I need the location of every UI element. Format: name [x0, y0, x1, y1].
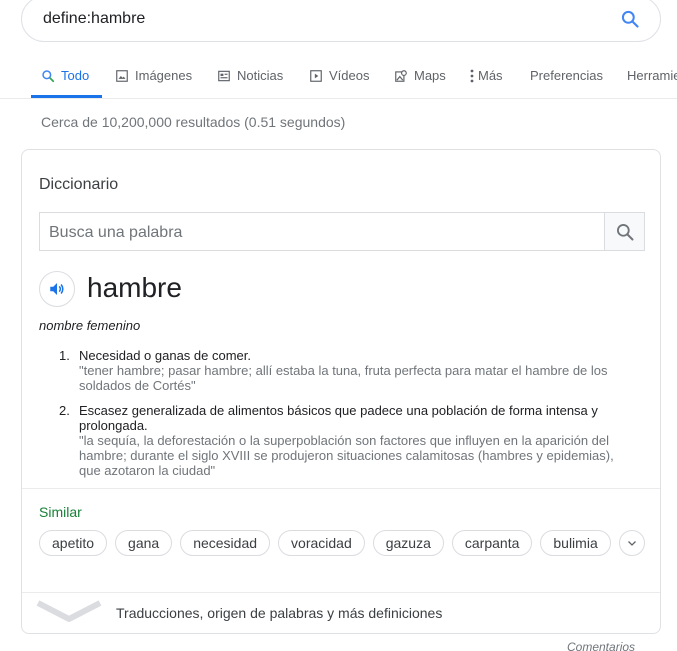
chevron-down-icon [627, 541, 636, 546]
tab-label: Más [478, 68, 503, 83]
dictionary-search-input[interactable]: Busca una palabra [49, 224, 182, 242]
search-tabs: Todo Imágenes Noticias Vídeos Maps Más P… [0, 58, 677, 99]
tab-more[interactable]: Más [470, 68, 503, 83]
tab-videos[interactable]: Vídeos [309, 68, 369, 83]
tab-label: Todo [61, 68, 90, 83]
tab-label: Vídeos [329, 68, 370, 83]
similar-chip[interactable]: apetito [39, 530, 108, 556]
news-icon [218, 70, 230, 81]
tab-label: Noticias [237, 68, 284, 83]
feedback-link[interactable]: Comentarios [567, 640, 635, 651]
tab-tools[interactable]: Herramientas [627, 68, 677, 83]
tab-maps[interactable]: Maps [394, 68, 446, 83]
search-box[interactable]: define:hambre [21, 0, 661, 42]
speaker-icon [50, 283, 64, 295]
dictionary-card: Diccionario Busca una palabra hambre nom… [21, 149, 661, 634]
chevron-down-icon[interactable] [36, 599, 102, 623]
active-tab-indicator [31, 95, 102, 98]
divider [22, 488, 660, 489]
definition-example: "tener hambre; pasar hambre; allí estaba… [79, 363, 608, 393]
headword: hambre [87, 272, 182, 303]
results-stats: Cerca de 10,200,000 resultados (0.51 seg… [41, 114, 346, 130]
definitions-list: 1. Necesidad o ganas de comer. "tener ha… [39, 348, 629, 488]
pronunciation-button[interactable] [39, 271, 75, 307]
definition-item: 1. Necesidad o ganas de comer. "tener ha… [39, 348, 629, 393]
expand-similar-button[interactable] [618, 530, 645, 556]
more-vert-icon [470, 69, 474, 82]
definition-example: "la sequía, la deforestación o la superp… [79, 433, 614, 478]
similar-chip[interactable]: gana [115, 530, 173, 556]
divider [22, 592, 660, 593]
tab-label: Maps [414, 68, 446, 83]
map-icon [395, 69, 407, 82]
search-icon[interactable] [620, 9, 640, 29]
tab-images[interactable]: Imágenes [115, 68, 192, 83]
similar-chip[interactable]: bulimia [540, 530, 611, 556]
similar-chip[interactable]: necesidad [180, 530, 271, 556]
image-icon [116, 69, 128, 82]
similar-chip[interactable]: gazuza [372, 530, 444, 556]
tab-label: Imágenes [135, 68, 193, 83]
definition-number: 2. [59, 403, 70, 418]
card-title: Diccionario [39, 176, 119, 193]
similar-chips: apetito gana necesidad voracidad gazuza … [39, 530, 645, 556]
search-input[interactable]: define:hambre [43, 10, 145, 28]
tab-news[interactable]: Noticias [217, 68, 283, 83]
definition-text: Necesidad o ganas de comer. [79, 348, 251, 363]
definition-text: Escasez generalizada de alimentos básico… [79, 403, 598, 433]
tab-label: Herramientas [627, 68, 677, 83]
dictionary-search-button[interactable] [604, 213, 644, 250]
similar-label: Similar [39, 504, 82, 520]
part-of-speech: nombre femenino [39, 318, 141, 333]
dictionary-search[interactable]: Busca una palabra [39, 212, 645, 251]
video-icon [310, 69, 322, 82]
tab-preferences[interactable]: Preferencias [530, 68, 603, 83]
definition-item: 2. Escasez generalizada de alimentos bás… [39, 403, 629, 478]
search-icon [616, 223, 633, 240]
definition-number: 1. [59, 348, 70, 363]
more-definitions-link[interactable]: Traducciones, origen de palabras y más d… [116, 605, 442, 621]
similar-chip[interactable]: voracidad [278, 530, 365, 556]
similar-chip[interactable]: carpanta [451, 530, 533, 556]
tab-all[interactable]: Todo [41, 68, 89, 83]
search-icon [42, 69, 55, 82]
tab-label: Preferencias [530, 68, 603, 83]
